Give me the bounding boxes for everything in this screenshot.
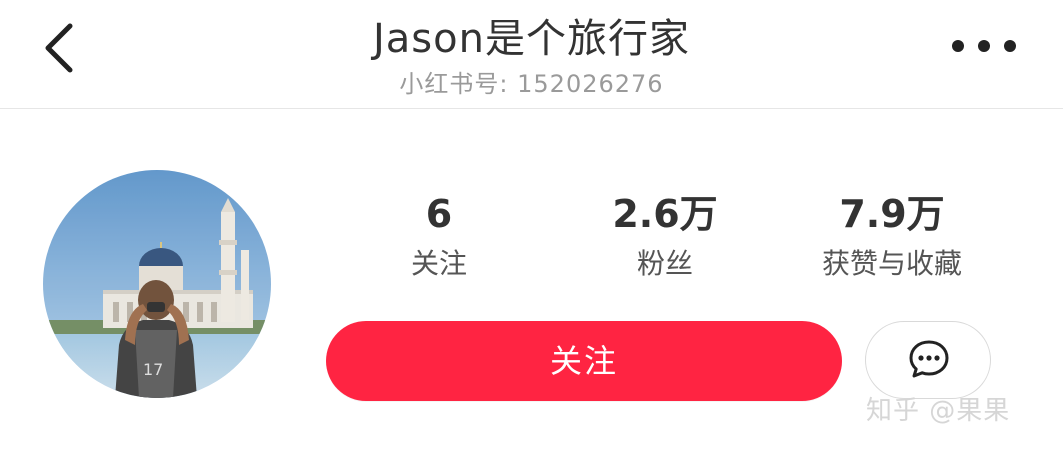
- stat-likes[interactable]: 7.9万 获赞与收藏: [782, 190, 1002, 282]
- stat-fans-value: 2.6万: [612, 192, 718, 236]
- stat-likes-value: 7.9万: [839, 192, 945, 236]
- stat-following-label: 关注: [410, 247, 467, 280]
- avatar[interactable]: 17: [43, 170, 271, 398]
- more-button[interactable]: [949, 28, 1019, 64]
- page-title: Jason是个旅行家: [373, 16, 690, 62]
- watermark: 知乎 @果果: [866, 396, 1011, 426]
- follow-button[interactable]: 关注: [326, 321, 842, 401]
- user-id: 小红书号: 152026276: [399, 70, 664, 98]
- top-bar: Jason是个旅行家 小红书号: 152026276: [0, 0, 1063, 109]
- stat-fans[interactable]: 2.6万 粉丝: [555, 190, 775, 282]
- stat-following[interactable]: 6 关注: [329, 190, 549, 282]
- stat-following-value: 6: [425, 192, 453, 236]
- message-button[interactable]: [865, 321, 991, 399]
- stat-fans-label: 粉丝: [636, 247, 693, 280]
- chat-bubble-icon: [909, 340, 949, 378]
- stat-likes-label: 获赞与收藏: [821, 247, 962, 280]
- profile-page: Jason是个旅行家 小红书号: 152026276 17 6 关注 2.6万 …: [0, 0, 1063, 453]
- more-horizontal-icon: [952, 40, 1016, 52]
- avatar-photo: 17: [43, 170, 271, 398]
